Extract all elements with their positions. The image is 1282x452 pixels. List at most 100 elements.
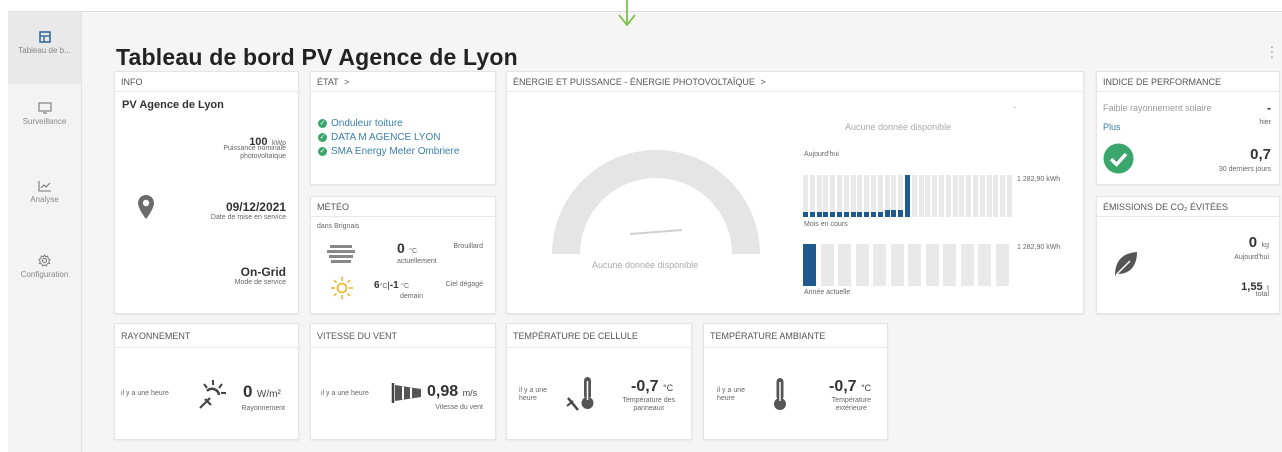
bar-background — [871, 175, 876, 217]
more-link[interactable]: Plus — [1103, 122, 1121, 132]
temp-now-value: 0 — [397, 240, 405, 256]
arrow-down-icon — [618, 0, 636, 27]
temp-tomorrow-label: demain — [400, 293, 423, 300]
bar[interactable] — [803, 212, 808, 217]
temp-ambiante-value: -0,7 — [829, 378, 857, 395]
bar-background — [816, 175, 822, 217]
page-title: Tableau de bord PV Agence de Lyon — [116, 44, 518, 70]
bar-background — [911, 175, 917, 217]
bar[interactable] — [823, 212, 829, 217]
sidebar-item-dashboard[interactable]: Tableau de b... — [8, 12, 81, 84]
rayonnement-reading: 0 W/m² — [243, 382, 281, 402]
temp-ambiante-time-line-1: il y a une — [717, 387, 746, 394]
location-pin-icon — [138, 195, 154, 219]
bar-background — [952, 175, 958, 217]
chart-no-data: Aucune donnée disponible — [845, 122, 952, 132]
vent-card-header: VITESSE DU VENT — [311, 324, 495, 348]
device-link: Onduleur toiture — [331, 118, 403, 129]
temp-ambiante-unit: °C — [861, 383, 872, 393]
bar[interactable] — [871, 212, 876, 217]
temp-cellule-card: TEMPÉRATURE DE CELLULE il y a une heure … — [506, 323, 692, 440]
sidebar-item-surveillance[interactable]: Surveillance — [8, 96, 81, 168]
temp-now: 0 °C — [397, 240, 417, 258]
co2-card-header: ÉMISSIONS DE CO₂ ÉVITÉES — [1097, 197, 1279, 217]
bar[interactable] — [877, 212, 883, 217]
device-item[interactable]: ✓ Onduleur toiture — [318, 117, 459, 131]
bar-background — [1000, 175, 1006, 217]
bar[interactable] — [837, 212, 842, 217]
month-max-label: 1 282,90 kWh — [1017, 176, 1061, 183]
sidebar-item-label: Analyse — [30, 195, 59, 204]
bar-background — [1007, 175, 1012, 217]
co2-today-label: Aujourd'hui — [1234, 254, 1269, 261]
temp-ambiante-time: il y a une heure — [717, 387, 745, 403]
bar-background — [986, 175, 992, 217]
device-item[interactable]: ✓ DATA M AGENCE LYON — [318, 131, 459, 145]
bar-background — [855, 244, 869, 286]
bar-background — [843, 175, 849, 217]
power-label: Puissance nominale photovoltaïque — [223, 145, 286, 161]
temp-cellule-time: il y a une heure — [519, 387, 547, 403]
co2-card: ÉMISSIONS DE CO₂ ÉVITÉES 0 kg Aujourd'hu… — [1096, 196, 1280, 314]
vent-reading: 0,98 m/s — [427, 383, 477, 401]
bar-background — [925, 244, 939, 286]
performance-card: INDICE DE PERFORMANCE Faible rayonnement… — [1096, 71, 1280, 185]
bar-background — [960, 244, 974, 286]
temp-ambiante-label: Température extérieure — [832, 397, 871, 413]
etat-header-label: ÉTAT — [317, 77, 339, 87]
bar-background — [918, 175, 924, 217]
bar[interactable] — [809, 212, 815, 217]
temp-cellule-card-header: TEMPÉRATURE DE CELLULE — [507, 324, 691, 348]
meteo-card: MÉTÉO dans Brignais 0 °C actuellement Br… — [310, 196, 496, 314]
bar[interactable] — [803, 244, 816, 286]
bar[interactable] — [884, 210, 890, 217]
temp-ambiante-reading: -0,7 °C — [829, 378, 871, 396]
bar[interactable] — [857, 212, 863, 217]
bar-background — [978, 244, 991, 286]
sidebar: Tableau de b... Surveillance Analyse Con… — [8, 12, 82, 452]
gear-icon — [38, 254, 51, 267]
check-icon: ✓ — [318, 132, 327, 142]
chart-icon — [37, 181, 51, 192]
bar[interactable] — [891, 210, 897, 217]
bar-background — [959, 175, 965, 217]
co2-today-value: 0 — [1248, 234, 1258, 251]
energie-card-header[interactable]: ÉNERGIE ET PUISSANCE - ÉNERGIE PHOTOVOLT… — [507, 72, 1083, 92]
more-options-icon[interactable]: · · · — [1268, 39, 1276, 63]
plant-name: PV Agence de Lyon — [122, 99, 224, 111]
sidebar-item-configuration[interactable]: Configuration — [8, 248, 81, 320]
device-item[interactable]: ✓ SMA Energy Meter Ombriere — [318, 145, 459, 159]
sidebar-item-analyse[interactable]: Analyse — [8, 174, 81, 246]
weather-now-desc: Brouillard — [453, 243, 483, 250]
bar-background — [945, 175, 951, 217]
bar-background — [850, 175, 856, 217]
month-bars — [803, 175, 1013, 217]
chevron-right-icon: > — [344, 77, 350, 87]
power-label-line-1: Puissance nominale — [223, 145, 286, 152]
bar[interactable] — [898, 210, 904, 217]
irradiation-icon — [199, 380, 226, 409]
commission-date: 09/12/2021 — [225, 200, 286, 214]
etat-card-header[interactable]: ÉTAT > — [311, 72, 495, 92]
year-max-label: 1 282,90 kWh — [1017, 244, 1061, 251]
check-icon: ✓ — [318, 118, 327, 128]
performance-value: 0,7 — [1250, 146, 1271, 163]
bar[interactable] — [816, 212, 822, 217]
vent-value: 0,98 — [427, 383, 459, 400]
month-chart — [803, 175, 1013, 217]
rayonnement-label: Rayonnement — [241, 405, 285, 412]
co2-total-label: total — [1255, 291, 1269, 298]
energie-card: ÉNERGIE ET PUISSANCE - ÉNERGIE PHOTOVOLT… — [506, 71, 1084, 314]
vent-time: il y a une heure — [321, 390, 369, 397]
sidebar-item-label: Tableau de b... — [18, 46, 71, 55]
bar[interactable] — [864, 212, 870, 217]
bar[interactable] — [850, 212, 856, 217]
fog-icon — [327, 245, 355, 263]
meteo-card-header: MÉTÉO — [311, 197, 495, 217]
device-link: DATA M AGENCE LYON — [331, 132, 441, 143]
bar[interactable] — [843, 212, 849, 217]
rayonnement-card-header: RAYONNEMENT — [115, 324, 298, 348]
bar[interactable] — [830, 212, 836, 217]
monitor-icon — [37, 102, 52, 114]
bar[interactable] — [905, 175, 910, 217]
